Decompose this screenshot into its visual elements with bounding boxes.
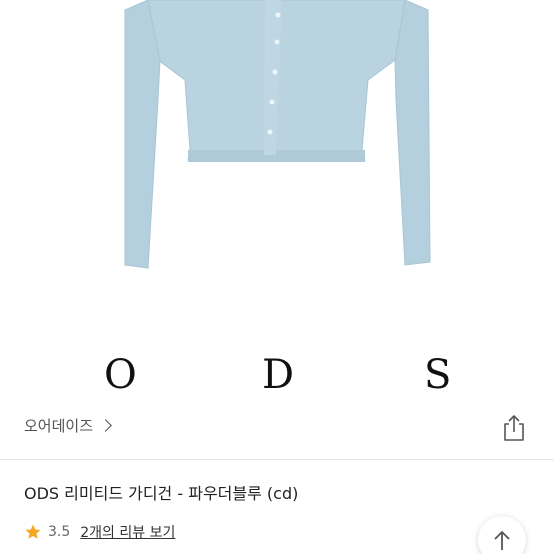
store-name: 오어데이즈 (24, 417, 94, 435)
brand-logo: O D S (0, 345, 554, 405)
share-button[interactable] (500, 413, 528, 443)
chevron-right-icon (99, 419, 112, 432)
scroll-top-button[interactable] (478, 516, 526, 554)
brand-logo-letter: D (262, 352, 295, 398)
divider (0, 459, 554, 460)
rating-row: 3.5 2개의 리뷰 보기 (24, 522, 175, 542)
product-title: ODS 리미티드 가디건 - 파우더블루 (cd) (24, 484, 299, 503)
brand-logo-letter: O (104, 352, 137, 398)
brand-logo-letter: S (424, 352, 452, 398)
store-row: 오어데이즈 (0, 405, 554, 449)
store-link[interactable]: 오어데이즈 (24, 415, 112, 436)
cardigan-image (124, 0, 431, 269)
rating-value: 3.5 (48, 524, 71, 540)
share-icon (504, 415, 524, 441)
product-detail-page: O D S 오어데이즈 ODS 리미티드 가디건 - 파우더블루 (cd) 3.… (0, 0, 554, 554)
star-icon (25, 524, 41, 539)
review-link[interactable]: 2개의 리뷰 보기 (80, 522, 175, 542)
arrow-up-icon (494, 531, 510, 550)
